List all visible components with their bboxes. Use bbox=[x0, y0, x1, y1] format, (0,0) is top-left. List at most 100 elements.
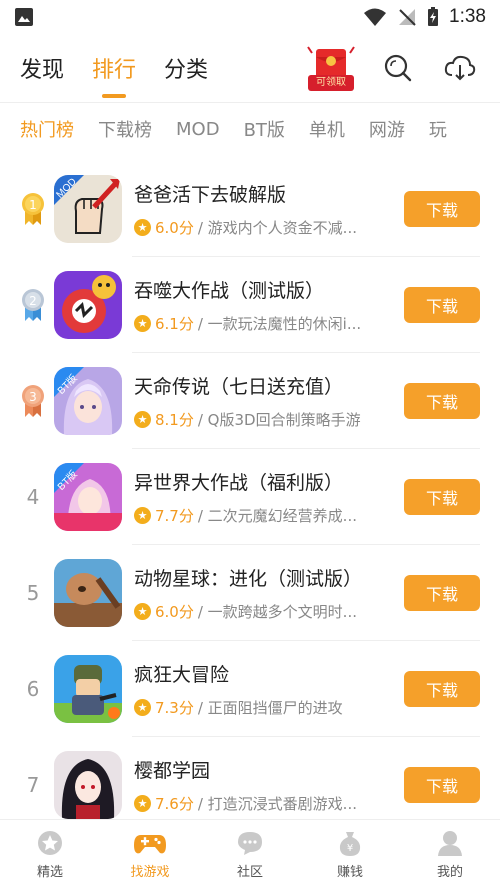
download-button[interactable]: 下载 bbox=[404, 575, 480, 611]
nav-label: 赚钱 bbox=[336, 865, 363, 880]
list-item[interactable]: 5 动物星球：进化（测试版） ★ 6.0分 / 一款跨越多个文明时... 下载 bbox=[0, 545, 500, 641]
star-icon: ★ bbox=[134, 795, 151, 812]
anime-schoolgirl-icon bbox=[54, 751, 122, 819]
download-button[interactable]: 下载 bbox=[404, 479, 480, 515]
list-item[interactable]: 2 吞噬大作战（测试版） ★ 6.1分 / 一款玩法魔性的休闲i... 下载 bbox=[0, 257, 500, 353]
red-envelope-reward[interactable]: 可领取 bbox=[306, 43, 356, 93]
list-item[interactable]: 4 BT版 异世界大作战（福利版） ★ 7.7分 / 二次元魔幻经营养成... … bbox=[0, 449, 500, 545]
chat-bubble-icon bbox=[238, 832, 262, 855]
app-score: 7.3分 bbox=[155, 699, 194, 717]
app-description: / 游戏内个人资金不减... bbox=[197, 219, 357, 237]
money-bag-icon: ¥ bbox=[339, 832, 361, 856]
app-title: 天命传说（七日送充值） bbox=[134, 376, 344, 398]
app-score: 8.1分 bbox=[155, 411, 194, 429]
battery-charging-icon bbox=[428, 7, 439, 26]
cat-tab-downloads[interactable]: 下载榜 bbox=[98, 116, 152, 142]
nav-featured[interactable]: 精选 bbox=[0, 820, 100, 889]
download-manager-button[interactable] bbox=[440, 48, 480, 88]
app-icon[interactable] bbox=[54, 751, 122, 819]
cat-tab-bt[interactable]: BT版 bbox=[244, 116, 285, 142]
tab-discover[interactable]: 发现 bbox=[20, 52, 64, 84]
app-score: 6.0分 bbox=[155, 603, 194, 621]
rank-medal-bronze: 3 bbox=[14, 383, 52, 419]
download-button[interactable]: 下载 bbox=[404, 287, 480, 323]
app-meta: ★ 7.3分 / 正面阻挡僵尸的进攻 bbox=[134, 697, 382, 718]
status-left bbox=[14, 7, 34, 27]
nav-earn[interactable]: ¥ 赚钱 bbox=[300, 820, 400, 889]
star-icon: ★ bbox=[134, 411, 151, 428]
app-icon[interactable]: BT版 bbox=[54, 463, 122, 531]
rank-number: 2 bbox=[29, 294, 37, 308]
app-icon[interactable] bbox=[54, 271, 122, 339]
app-info: 吞噬大作战（测试版） ★ 6.1分 / 一款玩法魔性的休闲i... bbox=[134, 276, 382, 334]
rank-number-cell: 7 bbox=[26, 773, 40, 797]
star-icon: ★ bbox=[134, 315, 151, 332]
soldier-icon bbox=[54, 655, 122, 723]
rank-number-cell: 4 bbox=[26, 485, 40, 509]
app-meta: ★ 7.6分 / 打造沉浸式番剧游戏... bbox=[134, 793, 382, 814]
cat-tab-mod[interactable]: MOD bbox=[176, 119, 220, 140]
list-item[interactable]: 3 BT版 天命传说（七日送充值） ★ 8.1分 / Q版3D回合制策略手游 下… bbox=[0, 353, 500, 449]
app-description: / 一款跨越多个文明时... bbox=[197, 603, 357, 621]
tab-ranking[interactable]: 排行 bbox=[92, 52, 136, 84]
cat-tab-online[interactable]: 网游 bbox=[369, 116, 405, 142]
tab-category[interactable]: 分类 bbox=[164, 52, 208, 84]
rank-number: 1 bbox=[29, 198, 37, 212]
silver-medal-icon: 2 bbox=[22, 289, 44, 321]
nav-community[interactable]: 社区 bbox=[200, 820, 300, 889]
app-title: 樱都学园 bbox=[134, 760, 211, 782]
app-info: 爸爸活下去破解版 ★ 6.0分 / 游戏内个人资金不减... bbox=[134, 180, 382, 238]
cat-tab-play[interactable]: 玩 bbox=[429, 116, 447, 142]
cat-tab-hot[interactable]: 热门榜 bbox=[20, 116, 74, 142]
star-icon: ★ bbox=[134, 507, 151, 524]
gold-medal-icon: 1 bbox=[22, 193, 44, 225]
download-button[interactable]: 下载 bbox=[404, 383, 480, 419]
app-meta: ★ 7.7分 / 二次元魔幻经营养成... bbox=[134, 505, 382, 526]
app-title: 动物星球：进化（测试版） bbox=[134, 568, 363, 590]
download-button[interactable]: 下载 bbox=[404, 671, 480, 707]
status-bar: 1:38 bbox=[0, 0, 500, 34]
star-badge-icon bbox=[38, 831, 62, 855]
app-icon[interactable]: BT版 bbox=[54, 367, 122, 435]
app-info: 樱都学园 ★ 7.6分 / 打造沉浸式番剧游戏... bbox=[134, 756, 382, 814]
list-item[interactable]: 1 MOD 爸爸活下去破解版 ★ 6.0分 / 游戏内个人资金不减... 下载 bbox=[0, 161, 500, 257]
app-info: 天命传说（七日送充值） ★ 8.1分 / Q版3D回合制策略手游 bbox=[134, 372, 382, 430]
star-icon: ★ bbox=[134, 603, 151, 620]
app-info: 疯狂大冒险 ★ 7.3分 / 正面阻挡僵尸的进攻 bbox=[134, 660, 382, 718]
app-icon[interactable] bbox=[54, 655, 122, 723]
app-description: / Q版3D回合制策略手游 bbox=[197, 411, 361, 429]
reward-label: 可领取 bbox=[308, 75, 354, 91]
cat-tab-single[interactable]: 单机 bbox=[309, 116, 345, 142]
app-icon[interactable]: MOD bbox=[54, 175, 122, 243]
wifi-icon bbox=[364, 8, 387, 26]
search-icon bbox=[384, 54, 412, 82]
app-description: / 一款玩法魔性的休闲i... bbox=[197, 315, 362, 333]
app-description: / 打造沉浸式番剧游戏... bbox=[197, 795, 357, 813]
app-description: / 二次元魔幻经营养成... bbox=[197, 507, 357, 525]
download-button[interactable]: 下载 bbox=[404, 191, 480, 227]
rank-medal-gold: 1 bbox=[14, 191, 52, 227]
status-right: 1:38 bbox=[363, 6, 486, 28]
caveman-icon bbox=[54, 559, 122, 627]
nav-label: 精选 bbox=[36, 865, 63, 880]
search-button[interactable] bbox=[378, 48, 418, 88]
nav-profile[interactable]: 我的 bbox=[400, 820, 500, 889]
app-meta: ★ 6.0分 / 游戏内个人资金不减... bbox=[134, 217, 382, 238]
cloud-download-icon bbox=[444, 55, 476, 81]
app-icon[interactable] bbox=[54, 559, 122, 627]
app-score: 7.7分 bbox=[155, 507, 194, 525]
nav-label: 我的 bbox=[436, 865, 463, 880]
app-title: 吞噬大作战（测试版） bbox=[134, 280, 325, 302]
svg-text:¥: ¥ bbox=[347, 843, 353, 854]
game-ranking-list: 1 MOD 爸爸活下去破解版 ★ 6.0分 / 游戏内个人资金不减... 下载 … bbox=[0, 161, 500, 833]
list-item[interactable]: 6 疯狂大冒险 ★ 7.3分 / 正面阻挡僵尸的进攻 下载 bbox=[0, 641, 500, 737]
app-info: 动物星球：进化（测试版） ★ 6.0分 / 一款跨越多个文明时... bbox=[134, 564, 382, 622]
star-icon: ★ bbox=[134, 699, 151, 716]
ranking-category-tabs: 热门榜 下载榜 MOD BT版 单机 网游 玩 bbox=[0, 103, 500, 155]
gallery-notification-icon bbox=[15, 8, 33, 26]
download-button[interactable]: 下载 bbox=[404, 767, 480, 803]
nav-find-games[interactable]: 找游戏 bbox=[100, 820, 200, 889]
app-info: 异世界大作战（福利版） ★ 7.7分 / 二次元魔幻经营养成... bbox=[134, 468, 382, 526]
nav-label: 找游戏 bbox=[130, 865, 170, 880]
app-title: 爸爸活下去破解版 bbox=[134, 184, 287, 206]
